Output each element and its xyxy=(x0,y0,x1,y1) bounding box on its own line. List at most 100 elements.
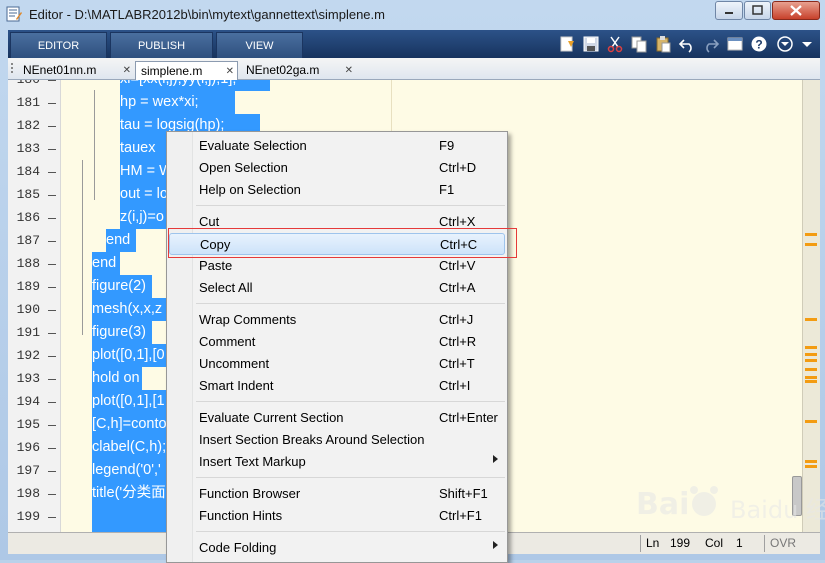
matlab-editor-icon xyxy=(6,6,22,22)
overview-marker[interactable] xyxy=(805,318,817,321)
code-line[interactable]: tauex xyxy=(120,137,155,160)
file-tab-simplene[interactable]: simplene.m ✕ xyxy=(135,61,238,80)
menu-item-open-selection[interactable]: Open Selection Ctrl+D xyxy=(169,157,505,179)
menu-item-label: Function Hints xyxy=(199,508,283,523)
menu-separator xyxy=(196,477,505,478)
minimize-toolstrip-icon[interactable] xyxy=(798,35,816,53)
maximize-button[interactable] xyxy=(744,1,771,20)
watermark-text: Baidu 经验 xyxy=(730,496,825,524)
maximize-icon xyxy=(752,5,763,15)
menu-item-smart-indent[interactable]: Smart Indent Ctrl+I xyxy=(169,375,505,397)
switch-window-icon[interactable] xyxy=(726,35,744,53)
close-tab-icon[interactable]: ✕ xyxy=(123,61,131,80)
code-line[interactable]: clabel(C,h); xyxy=(92,436,166,459)
code-line[interactable]: end xyxy=(92,252,116,275)
code-line[interactable]: title('分类面 xyxy=(92,482,166,505)
overview-marker[interactable] xyxy=(805,460,817,463)
fold-marker xyxy=(48,356,56,357)
overview-marker[interactable] xyxy=(805,243,817,246)
line-number: 181 xyxy=(16,95,40,110)
code-line[interactable]: figure(2) xyxy=(92,275,146,298)
cut-icon[interactable] xyxy=(606,35,624,53)
tab-publish[interactable]: PUBLISH xyxy=(110,32,213,58)
file-tab-label: NEnet02ga.m xyxy=(246,63,320,77)
menu-item-label: Cut xyxy=(199,214,220,229)
menu-item-label: Paste xyxy=(199,258,233,273)
code-line[interactable]: HM = W xyxy=(120,160,173,183)
overview-marker[interactable] xyxy=(805,376,817,379)
menu-item-evaluate-selection[interactable]: Evaluate Selection F9 xyxy=(169,135,505,157)
overview-marker[interactable] xyxy=(805,465,817,468)
save-icon[interactable] xyxy=(582,35,600,53)
undo-icon[interactable] xyxy=(678,35,696,53)
new-script-icon[interactable] xyxy=(558,35,576,53)
overview-marker[interactable] xyxy=(805,359,817,362)
menu-item-function-browser[interactable]: Function Browser Shift+F1 xyxy=(169,483,505,505)
menu-item-shortcut: Shift+F1 xyxy=(439,486,488,501)
overview-marker[interactable] xyxy=(805,420,817,423)
code-line[interactable]: hold on xyxy=(92,367,140,390)
menu-item-comment[interactable]: Comment Ctrl+R xyxy=(169,331,505,353)
code-line[interactable]: figure(3) xyxy=(92,321,146,344)
close-tab-icon[interactable]: ✕ xyxy=(226,62,234,81)
menu-item-select-all[interactable]: Select All Ctrl+A xyxy=(169,277,505,299)
line-number: 198 xyxy=(16,486,40,501)
options-icon[interactable] xyxy=(776,35,794,53)
minimize-icon xyxy=(725,12,733,14)
help-icon[interactable]: ? xyxy=(750,35,768,53)
menu-item-shortcut: Ctrl+D xyxy=(439,160,477,175)
menu-item-evaluate-current-section[interactable]: Evaluate Current Section Ctrl+Enter xyxy=(169,407,505,429)
line-value: 199 xyxy=(670,536,691,550)
line-number: 184 xyxy=(16,164,40,179)
line-number: 183 xyxy=(16,141,40,156)
overview-marker[interactable] xyxy=(805,346,817,349)
line-number: 195 xyxy=(16,417,40,432)
paste-icon[interactable] xyxy=(654,35,672,53)
tab-editor[interactable]: EDITOR xyxy=(10,32,107,58)
menu-item-insert-text-markup[interactable]: Insert Text Markup xyxy=(169,451,505,473)
menu-item-label: Comment xyxy=(199,334,256,349)
menu-item-function-hints[interactable]: Function Hints Ctrl+F1 xyxy=(169,505,505,527)
tab-view[interactable]: VIEW xyxy=(216,32,303,58)
menu-item-uncomment[interactable]: Uncomment Ctrl+T xyxy=(169,353,505,375)
overview-marker[interactable] xyxy=(805,380,817,383)
overview-marker[interactable] xyxy=(805,368,817,371)
menu-item-code-folding[interactable]: Code Folding xyxy=(169,537,505,559)
overview-marker[interactable] xyxy=(805,353,817,356)
title-bar[interactable]: Editor - D:\MATLABR2012b\bin\mytext\gann… xyxy=(0,0,825,30)
menu-item-shortcut: Ctrl+Enter xyxy=(439,410,498,425)
menu-item-paste[interactable]: Paste Ctrl+V xyxy=(169,255,505,277)
close-button[interactable] xyxy=(772,1,820,20)
menu-item-label: Open Selection xyxy=(199,160,288,175)
submenu-arrow-icon xyxy=(493,541,498,549)
code-line[interactable]: [C,h]=conto xyxy=(92,413,167,436)
fold-marker xyxy=(48,448,56,449)
menu-item-shortcut: Ctrl+J xyxy=(439,312,474,327)
code-line[interactable]: end xyxy=(106,229,130,252)
redo-icon[interactable] xyxy=(702,35,720,53)
code-line[interactable]: hp = wex*xi; xyxy=(120,91,199,114)
line-number: 185 xyxy=(16,187,40,202)
menu-item-insert-section-breaks-around-selection[interactable]: Insert Section Breaks Around Selection xyxy=(169,429,505,451)
code-line[interactable]: plot([0,1],[0 xyxy=(92,344,165,367)
code-line[interactable]: mesh(x,x,z xyxy=(92,298,162,321)
editor-window: Editor - D:\MATLABR2012b\bin\mytext\gann… xyxy=(0,0,825,563)
close-tab-icon[interactable]: ✕ xyxy=(345,61,353,80)
code-line[interactable]: xi=[xx(i,j);yy(i,j);1]; xyxy=(120,80,236,91)
fold-marker xyxy=(48,218,56,219)
minimize-button[interactable] xyxy=(715,1,743,20)
selection-highlight xyxy=(92,505,166,528)
code-line[interactable]: legend('0',' xyxy=(92,459,161,482)
overview-ruler[interactable] xyxy=(802,80,820,532)
code-line[interactable]: z(i,j)=o xyxy=(120,206,164,229)
file-tab-nenet01nn[interactable]: NEnet01nn.m ✕ xyxy=(18,61,134,80)
copy-icon[interactable] xyxy=(630,35,648,53)
overview-marker[interactable] xyxy=(805,233,817,236)
code-line[interactable]: plot([0,1],[1 xyxy=(92,390,165,413)
file-tab-nenet02ga[interactable]: NEnet02ga.m ✕ xyxy=(241,61,356,80)
menu-item-help-on-selection[interactable]: Help on Selection F1 xyxy=(169,179,505,201)
menu-item-wrap-comments[interactable]: Wrap Comments Ctrl+J xyxy=(169,309,505,331)
code-line[interactable]: out = lo xyxy=(120,183,168,206)
fold-marker xyxy=(48,310,56,311)
line-number: 180 xyxy=(8,80,40,87)
